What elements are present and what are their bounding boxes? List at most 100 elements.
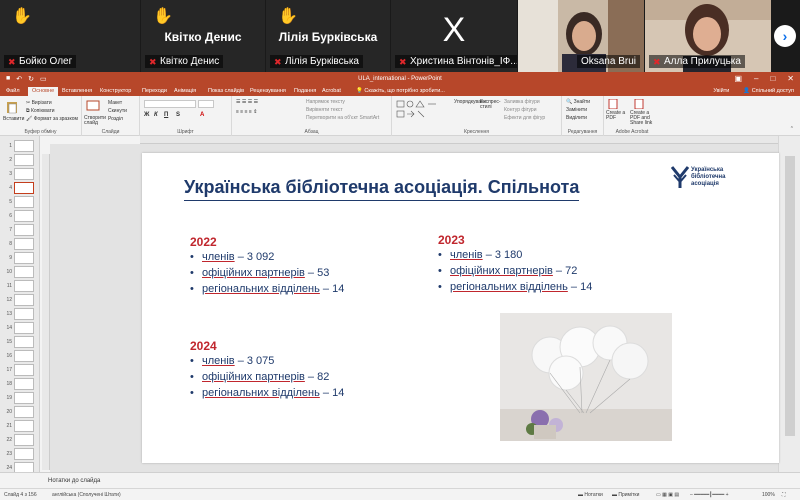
notes-toggle[interactable]: ▬ Нотатки: [578, 492, 603, 498]
strikethrough-button[interactable]: S: [176, 112, 180, 118]
replace-button[interactable]: Замінити: [566, 107, 587, 113]
shape-fill-button[interactable]: Заливка фігури: [504, 99, 540, 105]
tab-transitions[interactable]: Переходи: [142, 88, 167, 94]
slide-thumbnail[interactable]: 4: [3, 182, 37, 195]
participant-tile-boyko[interactable]: ✋ ✖ Бойко Олег: [0, 0, 140, 72]
slide-thumbnail[interactable]: 20: [3, 406, 37, 419]
notes-pane[interactable]: Нотатки до слайда: [0, 472, 800, 488]
view-buttons[interactable]: ▭ ▦ ▣ ▤: [656, 492, 679, 498]
share-pdf-icon[interactable]: [634, 99, 644, 109]
create-pdf-icon[interactable]: [608, 99, 618, 109]
slide-thumbnail[interactable]: 21: [3, 420, 37, 433]
slide-thumbnail[interactable]: 17: [3, 364, 37, 377]
slide-thumbnail[interactable]: 13: [3, 308, 37, 321]
balloons-photo[interactable]: [500, 313, 672, 441]
create-pdf-share-button[interactable]: Create a PDF and Share link: [630, 111, 660, 126]
text-direction-button[interactable]: Напрямок тексту: [306, 99, 345, 105]
maximize-icon[interactable]: □: [770, 74, 775, 83]
copy-button[interactable]: ⧉ Копіювати: [26, 108, 55, 114]
slide-thumbnail[interactable]: 19: [3, 392, 37, 405]
italic-button[interactable]: К: [154, 112, 158, 118]
vertical-scrollbar[interactable]: [778, 136, 800, 472]
paste-icon[interactable]: [6, 100, 18, 114]
align-buttons[interactable]: ≡ ≡ ≡ ≡ ⇕: [236, 109, 257, 115]
underline-button[interactable]: П: [164, 112, 168, 118]
participant-tile-brui[interactable]: Oksana Brui: [518, 0, 644, 72]
slide-thumbnail[interactable]: 2: [3, 154, 37, 167]
arrange-button[interactable]: Упорядкувати: [454, 100, 486, 105]
tab-design[interactable]: Конструктор: [100, 88, 131, 94]
format-painter-button[interactable]: 🖌 Формат за зразком: [26, 116, 78, 122]
slide-thumbnails: 1 2 3 4 5 6 7 8 9 10 11 12 13 14 15 16 17 18 19 20 21 22 23 24: [0, 136, 40, 474]
zoom-slider[interactable]: – ━━━━━┃━━━━ +: [690, 492, 729, 498]
collapse-ribbon-icon[interactable]: ⌃: [790, 126, 794, 132]
tab-view[interactable]: Подання: [294, 88, 316, 94]
cut-button[interactable]: ✂ Вирізати: [26, 100, 52, 106]
tab-review[interactable]: Рецензування: [250, 88, 286, 94]
slide-thumbnail[interactable]: 8: [3, 238, 37, 251]
tab-slideshow[interactable]: Показ слайдів: [208, 88, 244, 94]
slide-thumbnail[interactable]: 14: [3, 322, 37, 335]
ula-logo: Українська бібліотечна асоціація: [671, 163, 761, 191]
share-button[interactable]: 👤 Спільний доступ: [743, 88, 794, 94]
tab-home[interactable]: Основне: [28, 87, 59, 96]
tab-file[interactable]: Файл: [6, 88, 20, 94]
section-button[interactable]: Розділ: [108, 116, 123, 122]
slide-thumbnail[interactable]: 18: [3, 378, 37, 391]
slide-number: 20: [6, 409, 12, 415]
scrollbar-thumb[interactable]: [785, 156, 795, 436]
shape-outline-button[interactable]: Контур фігури: [504, 107, 536, 113]
create-pdf-button[interactable]: Create a PDF: [606, 111, 630, 121]
select-button[interactable]: Виділити: [566, 115, 587, 121]
slide-thumbnail[interactable]: 15: [3, 336, 37, 349]
slide-title[interactable]: Українська бібліотечна асоціація. Спільн…: [184, 177, 580, 201]
convert-smartart-button[interactable]: Перетворити на об'єкт SmartArt: [306, 115, 379, 121]
slide-thumbnail[interactable]: 7: [3, 224, 37, 237]
ribbon-display-icon[interactable]: ▣: [734, 74, 742, 83]
zoom-level[interactable]: 100%: [762, 492, 775, 498]
slide-thumbnail[interactable]: 3: [3, 168, 37, 181]
slide-thumbnail[interactable]: 11: [3, 280, 37, 293]
slide-thumbnail[interactable]: 23: [3, 448, 37, 461]
slide-thumbnail[interactable]: 12: [3, 294, 37, 307]
tell-me-search[interactable]: 💡 Скажіть, що потрібно зробити...: [356, 88, 445, 94]
new-slide-button[interactable]: Створити слайд: [84, 116, 106, 126]
font-color-button[interactable]: A: [200, 112, 204, 118]
font-family-select[interactable]: [144, 100, 196, 108]
shapes-gallery[interactable]: [396, 100, 448, 122]
slide-thumbnail[interactable]: 1: [3, 140, 37, 153]
bullets-button[interactable]: ☰ ☰ ☰ ☰: [236, 99, 258, 105]
shape-effects-button[interactable]: Ефекти для фігур: [504, 115, 545, 121]
minimize-icon[interactable]: –: [754, 74, 758, 83]
tab-acrobat[interactable]: Acrobat: [322, 88, 341, 94]
slide-thumbnail[interactable]: 5: [3, 196, 37, 209]
participant-tile-kvitko[interactable]: ✋ Квітко Денис ✖ Квітко Денис: [141, 0, 265, 72]
layout-button[interactable]: Макет: [108, 100, 122, 106]
slide-canvas[interactable]: Українська бібліотечна асоціація. Спільн…: [142, 153, 779, 463]
participant-tile-vintoniv[interactable]: X ✖ Христина Вінтонів_ІФ...: [391, 0, 517, 72]
tab-insert[interactable]: Вставлення: [62, 88, 92, 94]
tab-animations[interactable]: Анімація: [174, 88, 196, 94]
find-button[interactable]: 🔍 Знайти: [566, 99, 590, 105]
slide-thumbnail[interactable]: 6: [3, 210, 37, 223]
sign-in-link[interactable]: Увійти: [713, 88, 729, 94]
quick-styles-button[interactable]: Експрес-стилі: [480, 100, 501, 110]
slide-preview: [14, 378, 34, 390]
reset-button[interactable]: Скинути: [108, 108, 127, 114]
language-indicator[interactable]: англійська (Сполучені Штати): [52, 492, 121, 498]
comments-toggle[interactable]: ▬ Примітки: [612, 492, 639, 498]
close-icon[interactable]: ✕: [787, 74, 794, 83]
fit-slide-icon[interactable]: ⛶: [782, 492, 786, 498]
font-size-select[interactable]: [198, 100, 214, 108]
paste-button[interactable]: Вставити: [3, 116, 24, 122]
slide-thumbnail[interactable]: 22: [3, 434, 37, 447]
align-text-button[interactable]: Вирівняти текст: [306, 107, 343, 113]
participant-tile-prylutska[interactable]: ✖ Алла Прилуцька: [645, 0, 771, 72]
slide-thumbnail[interactable]: 10: [3, 266, 37, 279]
slide-thumbnail[interactable]: 16: [3, 350, 37, 363]
new-slide-icon[interactable]: [86, 100, 100, 112]
participant-tile-burkivska[interactable]: ✋ Лілія Бурківська ✖ Лілія Бурківська: [266, 0, 390, 72]
next-page-button[interactable]: ›: [774, 25, 796, 47]
slide-thumbnail[interactable]: 9: [3, 252, 37, 265]
bold-button[interactable]: Ж: [144, 112, 149, 118]
